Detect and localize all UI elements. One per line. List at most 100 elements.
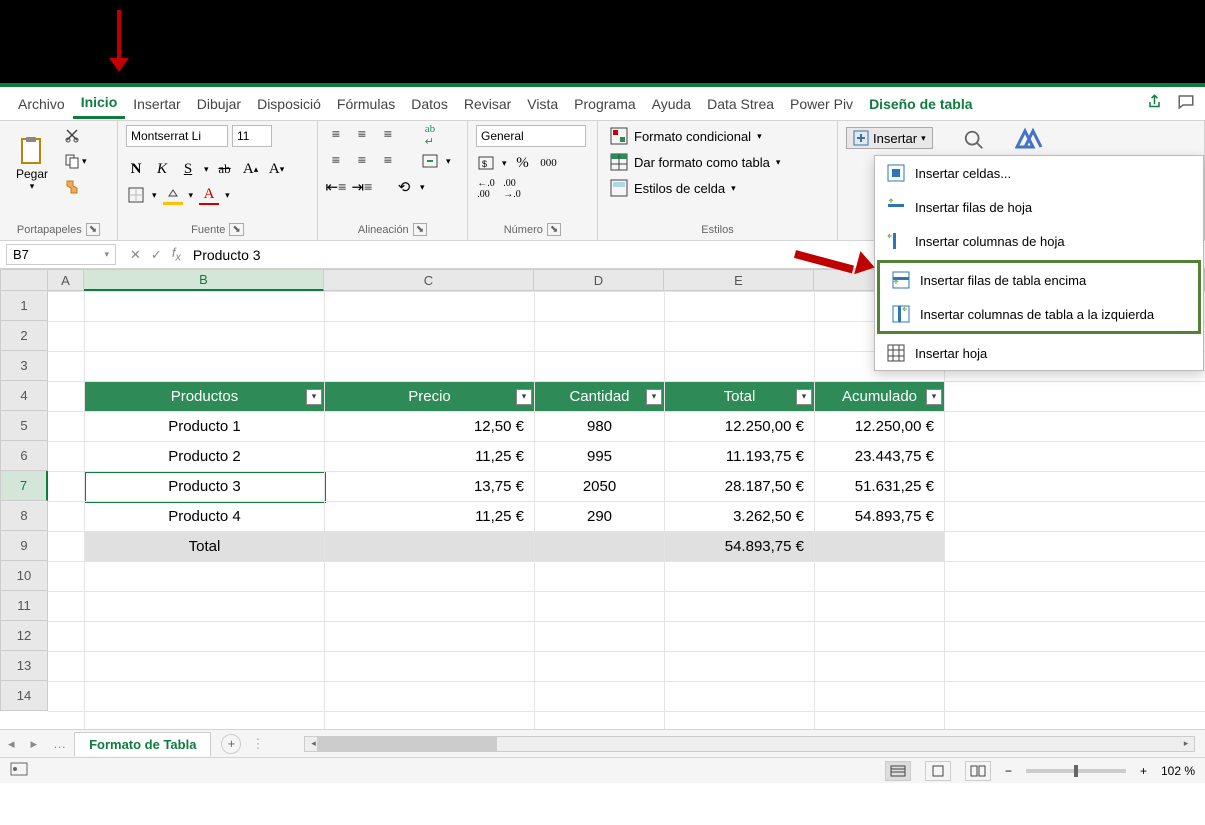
col-header-C[interactable]: C [324, 269, 534, 291]
table-cell[interactable]: 3.262,50 € [665, 502, 815, 532]
format-painter-button[interactable] [62, 177, 89, 197]
dialog-launcher-icon[interactable]: ⬊ [547, 223, 561, 236]
dialog-launcher-icon[interactable]: ⬊ [413, 223, 427, 236]
filter-button[interactable] [646, 389, 662, 405]
align-bottom-button[interactable]: ≡ [378, 125, 398, 145]
tab-vista[interactable]: Vista [519, 90, 566, 118]
align-right-button[interactable]: ≡ [378, 151, 398, 171]
add-sheet-button[interactable]: + [221, 734, 241, 754]
tab-datos[interactable]: Datos [403, 90, 456, 118]
col-header-E[interactable]: E [664, 269, 814, 291]
tab-revisar[interactable]: Revisar [456, 90, 519, 118]
insert-sheet-cols-item[interactable]: Insertar columnas de hoja [875, 224, 1203, 258]
table-cell[interactable]: Producto 2 [85, 442, 325, 472]
underline-button[interactable]: S [178, 159, 198, 179]
tab-powerpivot[interactable]: Power Piv [782, 90, 861, 118]
filter-button[interactable] [796, 389, 812, 405]
insert-cells-item[interactable]: Insertar celdas... [875, 156, 1203, 190]
tab-insertar[interactable]: Insertar [125, 90, 188, 118]
tab-datastreamer[interactable]: Data Strea [699, 90, 782, 118]
tab-dibujar[interactable]: Dibujar [189, 90, 249, 118]
cell-styles-button[interactable]: Estilos de celda ▾ [606, 177, 784, 199]
align-middle-button[interactable]: ≡ [352, 125, 372, 145]
col-header-A[interactable]: A [48, 269, 84, 291]
table-total-cell[interactable] [535, 532, 665, 562]
insert-table-rows-item[interactable]: Insertar filas de tabla encima [880, 263, 1198, 297]
accounting-button[interactable]: $ [476, 153, 496, 173]
table-total-cell[interactable]: Total [85, 532, 325, 562]
insert-table-cols-item[interactable]: Insertar columnas de tabla a la izquierd… [880, 297, 1198, 331]
sheet-nav-more[interactable]: … [45, 736, 74, 751]
table-cell[interactable]: 12.250,00 € [665, 412, 815, 442]
bold-button[interactable]: N [126, 159, 146, 179]
increase-decimal-button[interactable]: ←.0.00 [476, 179, 496, 199]
percent-button[interactable]: % [513, 153, 533, 173]
cells-insert[interactable]: Insertar ▾ [846, 127, 933, 149]
italic-button[interactable]: K [152, 159, 172, 179]
comments-icon[interactable] [1177, 93, 1195, 114]
table-cell[interactable]: 11,25 € [325, 442, 535, 472]
tab-ayuda[interactable]: Ayuda [644, 90, 699, 118]
fill-color-button[interactable] [163, 185, 183, 205]
col-header-B[interactable]: B [84, 269, 324, 291]
table-cell[interactable]: 2050 [535, 472, 665, 502]
row-header-11[interactable]: 11 [0, 591, 48, 621]
table-total-cell[interactable]: 54.893,75 € [665, 532, 815, 562]
table-header[interactable]: Acumulado [815, 382, 945, 412]
strike-button[interactable]: ab [215, 159, 235, 179]
enter-formula-icon[interactable]: ✓ [151, 247, 162, 263]
decrease-decimal-button[interactable]: .00→.0 [502, 179, 522, 199]
tab-disposicion[interactable]: Disposició [249, 90, 329, 118]
conditional-format-button[interactable]: Formato condicional ▾ [606, 125, 784, 147]
tab-archivo[interactable]: Archivo [10, 90, 73, 118]
col-header-D[interactable]: D [534, 269, 664, 291]
decrease-indent-button[interactable]: ⇤≡ [326, 177, 346, 197]
row-header-1[interactable]: 1 [0, 291, 48, 321]
table-cell[interactable]: 11.193,75 € [665, 442, 815, 472]
zoom-in-button[interactable]: + [1140, 764, 1147, 778]
font-name-select[interactable] [126, 125, 228, 147]
sheet-nav-prev[interactable]: ◂ [0, 736, 23, 752]
page-layout-view-button[interactable] [925, 761, 951, 781]
row-header-7[interactable]: 7 [0, 471, 48, 501]
dialog-launcher-icon[interactable]: ⬊ [86, 223, 100, 236]
row-header-3[interactable]: 3 [0, 351, 48, 381]
comma-button[interactable]: 000 [539, 153, 559, 173]
table-cell[interactable]: 12.250,00 € [815, 412, 945, 442]
table-cell[interactable]: 980 [535, 412, 665, 442]
filter-button[interactable] [926, 389, 942, 405]
row-header-8[interactable]: 8 [0, 501, 48, 531]
row-header-13[interactable]: 13 [0, 651, 48, 681]
row-header-9[interactable]: 9 [0, 531, 48, 561]
sheet-tab-active[interactable]: Formato de Tabla [74, 732, 211, 756]
table-cell[interactable]: 12,50 € [325, 412, 535, 442]
cancel-formula-icon[interactable]: ✕ [130, 247, 141, 263]
table-header[interactable]: Precio [325, 382, 535, 412]
row-header-12[interactable]: 12 [0, 621, 48, 651]
table-cell[interactable]: 51.631,25 € [815, 472, 945, 502]
align-left-button[interactable]: ≡ [326, 151, 346, 171]
filter-button[interactable] [516, 389, 532, 405]
row-header-4[interactable]: 4 [0, 381, 48, 411]
borders-button[interactable] [126, 185, 146, 205]
table-cell[interactable]: 995 [535, 442, 665, 472]
addin-icon[interactable] [1015, 127, 1043, 156]
table-cell[interactable]: Producto 1 [85, 412, 325, 442]
paste-button[interactable]: Pegar ▾ [8, 125, 56, 201]
table-cell[interactable]: Producto 4 [85, 502, 325, 532]
merge-button[interactable] [420, 151, 440, 171]
row-header-14[interactable]: 14 [0, 681, 48, 711]
row-header-5[interactable]: 5 [0, 411, 48, 441]
zoom-slider[interactable] [1026, 769, 1126, 773]
table-header[interactable]: Productos [85, 382, 325, 412]
align-top-button[interactable]: ≡ [326, 125, 346, 145]
tab-diseno-tabla[interactable]: Diseño de tabla [861, 90, 980, 118]
row-header-2[interactable]: 2 [0, 321, 48, 351]
cut-button[interactable] [62, 125, 89, 145]
row-header-6[interactable]: 6 [0, 441, 48, 471]
tab-programador[interactable]: Programa [566, 90, 643, 118]
table-cell[interactable]: Producto 3 [85, 472, 325, 502]
zoom-out-button[interactable]: − [1005, 764, 1012, 778]
normal-view-button[interactable] [885, 761, 911, 781]
wrap-text-button[interactable]: ab↵ [420, 125, 440, 145]
